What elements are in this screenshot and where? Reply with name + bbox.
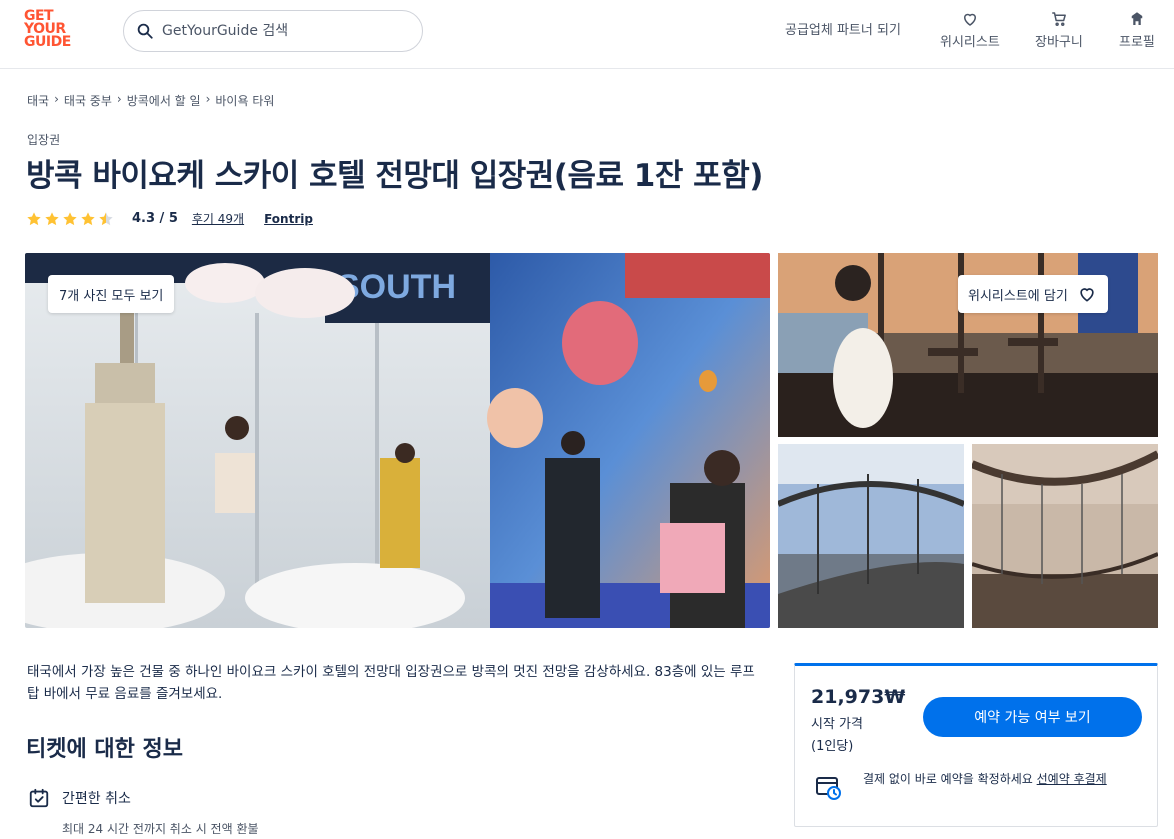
reserve-note-text: 결제 없이 바로 예약을 확정하세요	[863, 772, 1037, 786]
calendar-check-icon	[29, 788, 49, 808]
profile-icon	[1131, 12, 1143, 25]
add-to-wishlist-button[interactable]: 위시리스트에 담기	[958, 275, 1108, 313]
ticket-info-title: 티켓에 대한 정보	[26, 737, 183, 762]
heart-icon	[1080, 288, 1094, 302]
logo[interactable]: GET YOUR GUIDE	[24, 9, 80, 54]
logo-line-3: GUIDE	[24, 34, 71, 50]
breadcrumb-item[interactable]: 방콕에서 할 일	[127, 92, 201, 109]
reserve-now-note: 결제 없이 바로 예약을 확정하세요 선예약 후결제	[863, 770, 1143, 789]
outdoor-deck-photo	[972, 444, 1158, 628]
rating-value: 4.3 / 5	[132, 211, 178, 226]
price: 21,973₩	[811, 686, 906, 708]
feature-subtitle: 최대 24 시간 전까지 취소 시 전액 환불	[62, 822, 259, 836]
nav-wishlist-label: 위시리스트	[940, 35, 1000, 50]
breadcrumb: 태국 › 태국 중부 › 방콕에서 할 일 › 바이욕 타워	[27, 92, 274, 109]
page-title: 방콕 바이요케 스카이 호텔 전망대 입장권(음료 1잔 포함)	[26, 158, 763, 194]
rating-row: 4.3 / 5 후기 49개 Fontrip	[26, 210, 313, 227]
view-all-photos-button[interactable]: 7개 사진 모두 보기	[48, 275, 175, 313]
chevron-right-icon: ›	[54, 92, 59, 106]
booking-card: 21,973₩ 시작 가격 (1인당) 예약 가능 여부 보기 결제 없이 바로…	[794, 663, 1158, 827]
heart-icon	[963, 13, 976, 26]
header: GET YOUR GUIDE 공급업체 파트너 되기 위시리스트 장바구니 프로…	[0, 0, 1174, 69]
reviews-link[interactable]: 후기 49개	[192, 210, 244, 227]
star-icon	[81, 211, 95, 225]
star-icon	[63, 211, 77, 225]
chevron-right-icon: ›	[116, 92, 122, 106]
breadcrumb-item[interactable]: 태국 중부	[64, 92, 112, 109]
supplier-link[interactable]: Fontrip	[264, 212, 313, 226]
cart-icon	[1052, 12, 1066, 26]
breadcrumb-item[interactable]: 바이욕 타워	[215, 92, 274, 109]
svg-text:SOUTH: SOUTH	[337, 268, 456, 306]
chevron-right-icon: ›	[205, 92, 211, 106]
reserve-now-pay-later-link[interactable]: 선예약 후결제	[1037, 772, 1107, 786]
search-bar[interactable]	[123, 10, 423, 52]
search-input[interactable]	[162, 23, 402, 39]
search-icon	[137, 23, 153, 39]
gallery-photo-3[interactable]	[778, 444, 964, 628]
glass-corridor-photo	[778, 444, 964, 628]
partner-link[interactable]: 공급업체 파트너 되기	[785, 19, 901, 38]
breadcrumb-item[interactable]: 태국	[27, 92, 49, 109]
activity-description: 태국에서 가장 높은 건물 중 하나인 바이요크 스카이 호텔의 전망대 입장권…	[27, 664, 755, 702]
feature-title: 간편한 취소	[62, 791, 131, 807]
nav-wishlist[interactable]: 위시리스트	[940, 10, 1000, 50]
nav-profile-label: 프로필	[1119, 35, 1155, 50]
free-cancellation-feature: 간편한 취소	[28, 787, 131, 809]
gallery-photo-4[interactable]	[972, 444, 1158, 628]
nav-profile[interactable]: 프로필	[1119, 10, 1155, 50]
star-icon	[27, 211, 41, 225]
add-to-wishlist-label: 위시리스트에 담기	[968, 288, 1068, 304]
nav-cart-label: 장바구니	[1035, 35, 1083, 50]
star-rating	[26, 211, 116, 227]
star-icon	[45, 211, 59, 225]
half-star-icon	[99, 211, 113, 225]
category-label: 입장권	[27, 133, 61, 147]
calendar-clock-icon	[816, 777, 841, 800]
price-label: 시작 가격	[811, 717, 863, 732]
price-unit: (1인당)	[811, 739, 854, 754]
nav-cart[interactable]: 장바구니	[1035, 10, 1083, 50]
check-availability-button[interactable]: 예약 가능 여부 보기	[923, 697, 1142, 737]
